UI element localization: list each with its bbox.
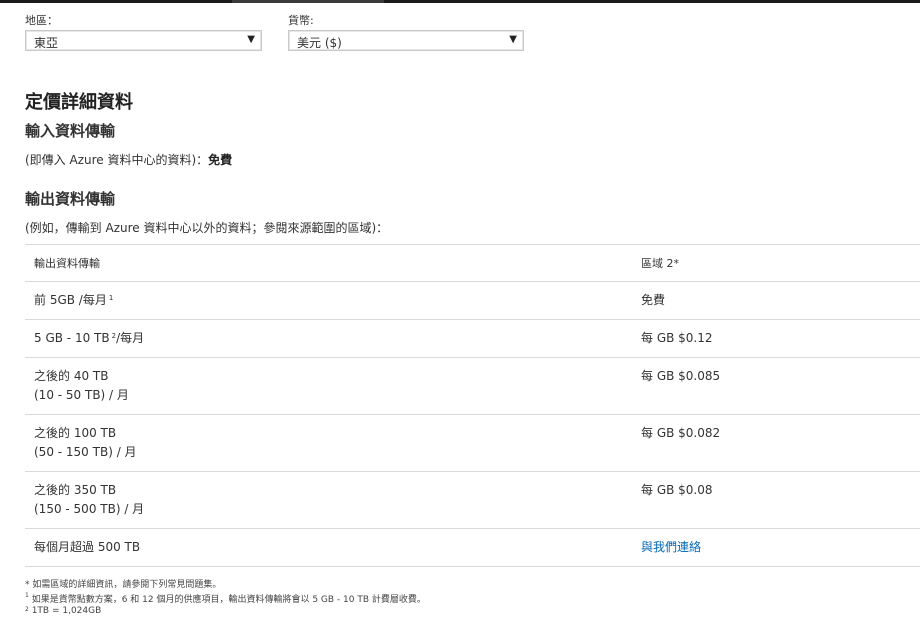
table-row: 之後的 100 TB (50 - 150 TB) / 月 每 GB $0.082 <box>25 414 920 472</box>
region-select-value: 東亞 <box>34 36 59 50</box>
table-header-row: 輸出資料傳輸 區域 2* <box>25 244 920 282</box>
tier-text: 前 5GB /每月 <box>34 293 107 307</box>
price-cell: 免費 <box>632 281 920 320</box>
top-navigation-active-segment <box>232 0 384 3</box>
price-cell: 每 GB $0.082 <box>632 414 920 472</box>
dropdown-arrow-icon: ▼ <box>247 34 255 45</box>
currency-label: 貨幣: <box>288 14 314 27</box>
currency-select-value: 美元 ($) <box>297 36 342 50</box>
footnote-1-text: 如果是貨幣點數方案，6 和 12 個月的供應項目，輸出資料傳輸將會以 5 GB … <box>31 595 426 605</box>
tier-suffix: /每月 <box>116 331 145 345</box>
footnote-1-mark: 1 <box>25 592 29 599</box>
region-label: 地區： <box>25 14 58 27</box>
footnote-region: * 如需區域的詳細資訊，請參閱下列常見問題集。 <box>25 580 222 590</box>
tier-cell: 之後的 350 TB (150 - 500 TB) / 月 <box>25 471 632 529</box>
footnote-1: 1 如果是貨幣點數方案，6 和 12 個月的供應項目，輸出資料傳輸將會以 5 G… <box>25 592 426 605</box>
egress-heading: 輸出資料傳輸 <box>25 190 116 208</box>
price-cell: 與我們連絡 <box>632 528 920 567</box>
tier-text: 之後的 100 TB <box>34 426 117 440</box>
tier-range: (150 - 500 TB) / 月 <box>34 502 145 516</box>
dropdown-arrow-icon: ▼ <box>509 34 517 45</box>
tier-range: (10 - 50 TB) / 月 <box>34 388 129 402</box>
top-navigation-bar <box>0 0 920 3</box>
table-row: 每個月超過 500 TB 與我們連絡 <box>25 528 920 567</box>
tier-text: 之後的 40 TB <box>34 369 109 383</box>
ingress-note: (即傳入 Azure 資料中心的資料)：免費 <box>25 151 232 168</box>
tier-cell: 之後的 100 TB (50 - 150 TB) / 月 <box>25 414 632 472</box>
currency-select[interactable]: 美元 ($) ▼ <box>288 30 524 51</box>
price-cell: 每 GB $0.12 <box>632 319 920 358</box>
egress-note: (例如，傳輸到 Azure 資料中心以外的資料；參閱來源範圍的區域)： <box>25 221 389 235</box>
tier-range: (50 - 150 TB) / 月 <box>34 445 137 459</box>
tier-cell: 之後的 40 TB (10 - 50 TB) / 月 <box>25 357 632 415</box>
footnote-marker: 1 <box>108 294 114 302</box>
tier-text: 之後的 350 TB <box>34 483 117 497</box>
egress-pricing-table: 輸出資料傳輸 區域 2* 前 5GB /每月 1 免費 5 GB - 10 TB 2… <box>25 244 920 567</box>
price-cell: 每 GB $0.08 <box>632 471 920 529</box>
table-row: 5 GB - 10 TB 2/每月 每 GB $0.12 <box>25 319 920 358</box>
footnote-2-mark: 2 <box>25 606 29 613</box>
table-row: 之後的 350 TB (150 - 500 TB) / 月 每 GB $0.08 <box>25 471 920 529</box>
price-cell: 每 GB $0.085 <box>632 357 920 415</box>
tier-cell: 前 5GB /每月 1 <box>25 281 632 320</box>
tier-cell: 5 GB - 10 TB 2/每月 <box>25 319 632 358</box>
pricing-details-heading: 定價詳細資料 <box>25 92 133 113</box>
column-header-region: 區域 2* <box>632 244 920 282</box>
ingress-heading: 輸入資料傳輸 <box>25 122 116 140</box>
table-row: 之後的 40 TB (10 - 50 TB) / 月 每 GB $0.085 <box>25 357 920 415</box>
tier-text: 5 GB - 10 TB <box>34 331 110 345</box>
footnote-marker: 2 <box>111 332 117 340</box>
tier-cell: 每個月超過 500 TB <box>25 528 632 567</box>
column-header-tier: 輸出資料傳輸 <box>25 244 632 282</box>
footnote-2: 2 1TB = 1,024GB <box>25 606 101 616</box>
region-select[interactable]: 東亞 ▼ <box>25 30 262 51</box>
ingress-note-text: (即傳入 Azure 資料中心的資料)： <box>25 153 209 167</box>
ingress-price: 免費 <box>208 153 233 167</box>
table-row: 前 5GB /每月 1 免費 <box>25 281 920 320</box>
footnote-2-text: 1TB = 1,024GB <box>31 606 102 616</box>
contact-us-link[interactable]: 與我們連絡 <box>641 540 701 554</box>
